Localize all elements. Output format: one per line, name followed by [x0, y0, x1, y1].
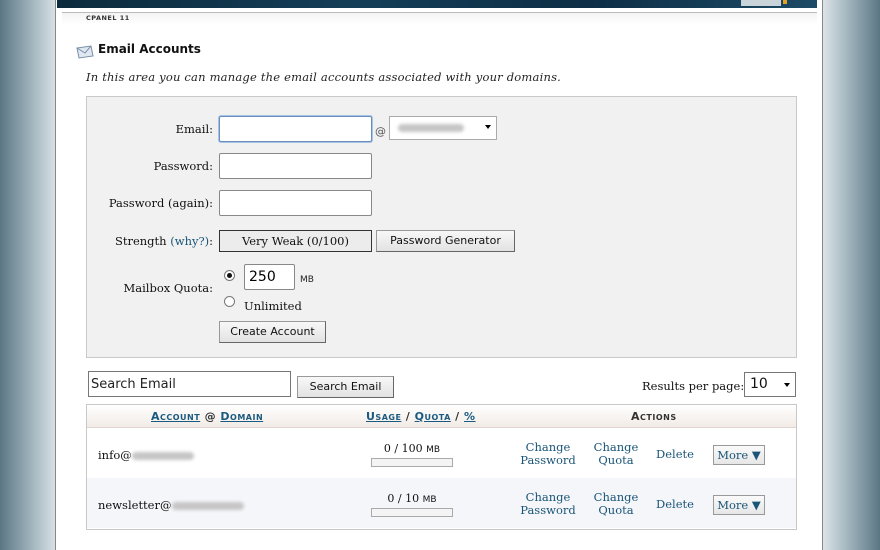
quota-input[interactable]: [244, 264, 295, 290]
banner-logo-chip: [741, 0, 781, 6]
table-row: newsletter@ 0 / 10 MB Change Password Cha…: [87, 478, 796, 528]
quota-unlimited-radio[interactable]: [224, 296, 235, 307]
usage-bar: [371, 508, 453, 517]
usage-bar: [371, 458, 453, 467]
delete-link[interactable]: Delete: [649, 498, 701, 511]
change-password-link[interactable]: Change Password: [513, 491, 583, 517]
header-account-domain[interactable]: Account @ Domain: [151, 410, 263, 423]
header-actions: Actions: [631, 410, 677, 423]
results-per-page-label: Results per page:: [642, 379, 745, 393]
password-strength-meter: Very Weak (0/100): [219, 230, 372, 252]
change-quota-link[interactable]: Change Quota: [583, 491, 649, 517]
change-password-link[interactable]: Change Password: [513, 441, 583, 467]
create-account-form: Email: @ Password: Password (again): Str…: [86, 96, 797, 358]
more-button[interactable]: More ▼: [713, 495, 765, 515]
email-label: Email:: [175, 122, 213, 136]
search-email-input[interactable]: [88, 371, 291, 397]
search-email-button[interactable]: Search Email: [297, 376, 394, 398]
dropdown-arrow-icon: [485, 125, 491, 129]
strength-why-link[interactable]: (why?): [170, 234, 209, 248]
table-row: info@ 0 / 100 MB Change Password Change Qu…: [87, 428, 796, 478]
email-accounts-table: Account @ Domain Usage / Quota / % Actio…: [86, 404, 797, 530]
mailbox-quota-label: Mailbox Quota:: [123, 281, 213, 295]
change-quota-link[interactable]: Change Quota: [583, 441, 649, 467]
page-title: Email Accounts: [98, 42, 201, 56]
strength-label: Strength (why?):: [114, 234, 213, 248]
results-per-page-select[interactable]: 10: [744, 372, 796, 397]
password-input[interactable]: [219, 153, 372, 179]
usage-cell: 0 / 100 MB: [383, 442, 441, 455]
email-input[interactable]: [219, 116, 372, 142]
brand-label: CPANEL 11: [86, 14, 130, 22]
results-per-page-value: 10: [750, 376, 768, 392]
breadcrumb-bar: CPANEL 11: [62, 12, 817, 25]
dropdown-arrow-icon: [784, 383, 790, 387]
domain-redacted: [171, 502, 244, 510]
unlimited-label: Unlimited: [244, 299, 302, 313]
page-container: CPANEL 11 Email Accounts In this area yo…: [55, 0, 823, 550]
password-again-label: Password (again):: [108, 196, 213, 210]
delete-link[interactable]: Delete: [649, 448, 701, 461]
usage-cell: 0 / 10 MB: [387, 492, 437, 505]
quota-unit: MB: [300, 275, 314, 285]
password-label: Password:: [153, 159, 213, 173]
more-button[interactable]: More ▼: [713, 445, 765, 465]
quota-limited-radio[interactable]: [224, 270, 235, 281]
account-cell: newsletter@: [98, 498, 244, 512]
password-generator-button[interactable]: Password Generator: [376, 230, 515, 252]
account-cell: info@: [98, 448, 194, 462]
header-usage-quota[interactable]: Usage / Quota / %: [366, 410, 476, 423]
domain-redacted: [131, 452, 194, 460]
create-account-button[interactable]: Create Account: [219, 321, 326, 343]
top-banner: [57, 0, 817, 8]
password-again-input[interactable]: [219, 190, 372, 216]
domain-value-redacted: [398, 124, 464, 132]
envelope-icon: [76, 45, 94, 59]
banner-accent: [783, 0, 787, 4]
domain-select[interactable]: [389, 116, 497, 140]
at-sign: @: [375, 125, 386, 138]
table-header: Account @ Domain Usage / Quota / % Actio…: [87, 405, 796, 428]
page-description: In this area you can manage the email ac…: [86, 70, 562, 84]
